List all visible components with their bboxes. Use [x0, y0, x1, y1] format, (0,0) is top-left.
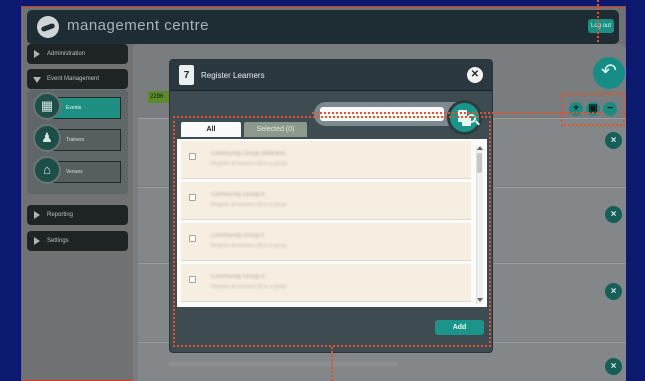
remove-row-icon[interactable]: × [605, 358, 622, 375]
close-icon[interactable]: ✕ [467, 67, 483, 83]
annotation-leader-search [312, 112, 602, 114]
sidebar-item-event-management[interactable]: Event Management [27, 69, 128, 89]
trainer-icon: ♟ [33, 124, 61, 152]
annotation-list-box [173, 116, 491, 347]
logout-button[interactable]: Log out [588, 19, 614, 33]
back-arrow-icon[interactable]: ↶ [593, 57, 625, 89]
logo-icon [37, 16, 59, 38]
sidebar-item-administration[interactable]: Administration [27, 44, 128, 64]
minus-circle-icon[interactable]: − [603, 102, 617, 116]
annotation-leader-top [597, 0, 599, 46]
footer-blurred-text [168, 362, 408, 366]
annotation-leader-bottom [331, 347, 333, 381]
blurred-text-line [168, 362, 398, 366]
modal-title: Register Learners [201, 71, 265, 80]
remove-row-icon[interactable]: × [605, 132, 622, 149]
top-bar: management centre Log out [27, 10, 619, 44]
venue-icon: ⌂ [33, 156, 61, 184]
remove-row-icon[interactable]: × [605, 283, 622, 300]
calendar-icon: ▦ [33, 92, 61, 120]
id-chip: 2296 [148, 91, 170, 103]
register-icon: 7 [179, 65, 194, 85]
sidebar-item-settings[interactable]: Settings [27, 231, 128, 251]
remove-row-icon[interactable]: × [605, 206, 622, 223]
app-title: management centre [67, 17, 209, 34]
sidebar-item-reporting[interactable]: Reporting [27, 205, 128, 225]
modal-header: 7 Register Learners ✕ [170, 60, 492, 91]
